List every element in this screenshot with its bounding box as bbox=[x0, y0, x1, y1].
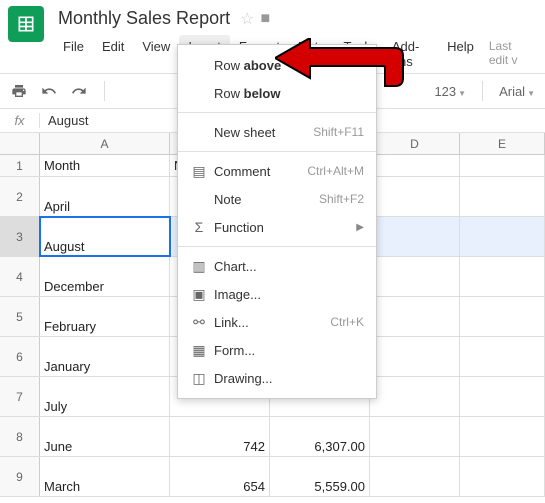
cell[interactable] bbox=[370, 377, 460, 416]
fx-label[interactable]: fx bbox=[0, 113, 40, 128]
cell[interactable]: 6,307.00 bbox=[270, 417, 370, 456]
menu-row-above[interactable]: Row above bbox=[178, 51, 376, 79]
font-select[interactable]: Arial▼ bbox=[499, 84, 535, 99]
menu-edit[interactable]: Edit bbox=[93, 35, 133, 73]
cell[interactable] bbox=[460, 417, 545, 456]
col-header-a[interactable]: A bbox=[40, 133, 170, 154]
menu-separator bbox=[178, 151, 376, 152]
number-format-button[interactable]: 123▼ bbox=[434, 84, 466, 99]
cell[interactable] bbox=[460, 257, 545, 296]
menu-link[interactable]: ⚯Link...Ctrl+K bbox=[178, 308, 376, 336]
row-header[interactable]: 4 bbox=[0, 257, 40, 296]
cell[interactable] bbox=[460, 297, 545, 336]
cell[interactable] bbox=[370, 177, 460, 216]
col-header-d[interactable]: D bbox=[370, 133, 460, 154]
row-header[interactable]: 5 bbox=[0, 297, 40, 336]
undo-icon[interactable] bbox=[40, 82, 58, 100]
chart-icon: ▥ bbox=[188, 258, 210, 275]
cell[interactable] bbox=[370, 417, 460, 456]
cell[interactable] bbox=[460, 155, 545, 176]
sheets-app-icon[interactable] bbox=[8, 6, 44, 42]
drawing-icon: ◫ bbox=[188, 370, 210, 387]
cell[interactable] bbox=[460, 177, 545, 216]
row-header[interactable]: 6 bbox=[0, 337, 40, 376]
menu-separator bbox=[178, 246, 376, 247]
menu-form[interactable]: ▦Form... bbox=[178, 336, 376, 364]
menu-image[interactable]: ▣Image... bbox=[178, 280, 376, 308]
menu-function[interactable]: ΣFunction▶ bbox=[178, 213, 376, 241]
menu-addons[interactable]: Add-ons bbox=[383, 35, 438, 73]
cell[interactable]: April bbox=[40, 177, 170, 216]
doc-title[interactable]: Monthly Sales Report bbox=[54, 6, 234, 31]
cell[interactable]: February bbox=[40, 297, 170, 336]
row-header[interactable]: 7 bbox=[0, 377, 40, 416]
menu-comment[interactable]: ▤CommentCtrl+Alt+M bbox=[178, 157, 376, 185]
cell[interactable] bbox=[460, 377, 545, 416]
select-all-corner[interactable] bbox=[0, 133, 40, 154]
cell[interactable] bbox=[460, 217, 545, 256]
col-header-e[interactable]: E bbox=[460, 133, 545, 154]
cell[interactable]: 5,559.00 bbox=[270, 457, 370, 496]
cell[interactable] bbox=[370, 217, 460, 256]
menu-note[interactable]: NoteShift+F2 bbox=[178, 185, 376, 213]
cell[interactable]: 742 bbox=[170, 417, 270, 456]
chevron-right-icon: ▶ bbox=[356, 222, 364, 233]
folder-icon[interactable]: ■ bbox=[260, 10, 270, 28]
star-icon[interactable]: ☆ bbox=[240, 9, 254, 29]
menu-drawing[interactable]: ◫Drawing... bbox=[178, 364, 376, 392]
cell[interactable] bbox=[370, 337, 460, 376]
toolbar-divider bbox=[104, 81, 105, 101]
menu-separator bbox=[178, 112, 376, 113]
redo-icon[interactable] bbox=[70, 82, 88, 100]
cell[interactable] bbox=[460, 337, 545, 376]
cell[interactable]: January bbox=[40, 337, 170, 376]
cell[interactable]: 654 bbox=[170, 457, 270, 496]
row-header[interactable]: 3 bbox=[0, 217, 40, 256]
last-edit-label[interactable]: Last edit v bbox=[483, 35, 537, 73]
menu-file[interactable]: File bbox=[54, 35, 93, 73]
menu-row-below[interactable]: Row below bbox=[178, 79, 376, 107]
insert-dropdown-menu: Row above Row below New sheetShift+F11 ▤… bbox=[177, 44, 377, 399]
cell-active[interactable]: August bbox=[40, 217, 170, 256]
menu-chart[interactable]: ▥Chart... bbox=[178, 252, 376, 280]
print-icon[interactable] bbox=[10, 82, 28, 100]
form-icon: ▦ bbox=[188, 342, 210, 359]
cell[interactable] bbox=[370, 257, 460, 296]
menu-new-sheet[interactable]: New sheetShift+F11 bbox=[178, 118, 376, 146]
table-row: 8 June 742 6,307.00 bbox=[0, 417, 545, 457]
menu-view[interactable]: View bbox=[133, 35, 179, 73]
cell[interactable]: June bbox=[40, 417, 170, 456]
image-icon: ▣ bbox=[188, 286, 210, 303]
cell[interactable]: March bbox=[40, 457, 170, 496]
cell[interactable]: Month bbox=[40, 155, 170, 176]
cell[interactable] bbox=[370, 155, 460, 176]
link-icon: ⚯ bbox=[188, 314, 210, 331]
cell[interactable] bbox=[460, 457, 545, 496]
row-header[interactable]: 2 bbox=[0, 177, 40, 216]
row-header[interactable]: 1 bbox=[0, 155, 40, 176]
cell[interactable] bbox=[370, 297, 460, 336]
comment-icon: ▤ bbox=[188, 163, 210, 180]
sigma-icon: Σ bbox=[188, 219, 210, 235]
cell[interactable]: December bbox=[40, 257, 170, 296]
toolbar-divider bbox=[482, 81, 483, 101]
menu-help[interactable]: Help bbox=[438, 35, 483, 73]
cell[interactable]: July bbox=[40, 377, 170, 416]
cell[interactable] bbox=[370, 457, 460, 496]
row-header[interactable]: 8 bbox=[0, 417, 40, 456]
row-header[interactable]: 9 bbox=[0, 457, 40, 496]
table-row: 9 March 654 5,559.00 bbox=[0, 457, 545, 497]
